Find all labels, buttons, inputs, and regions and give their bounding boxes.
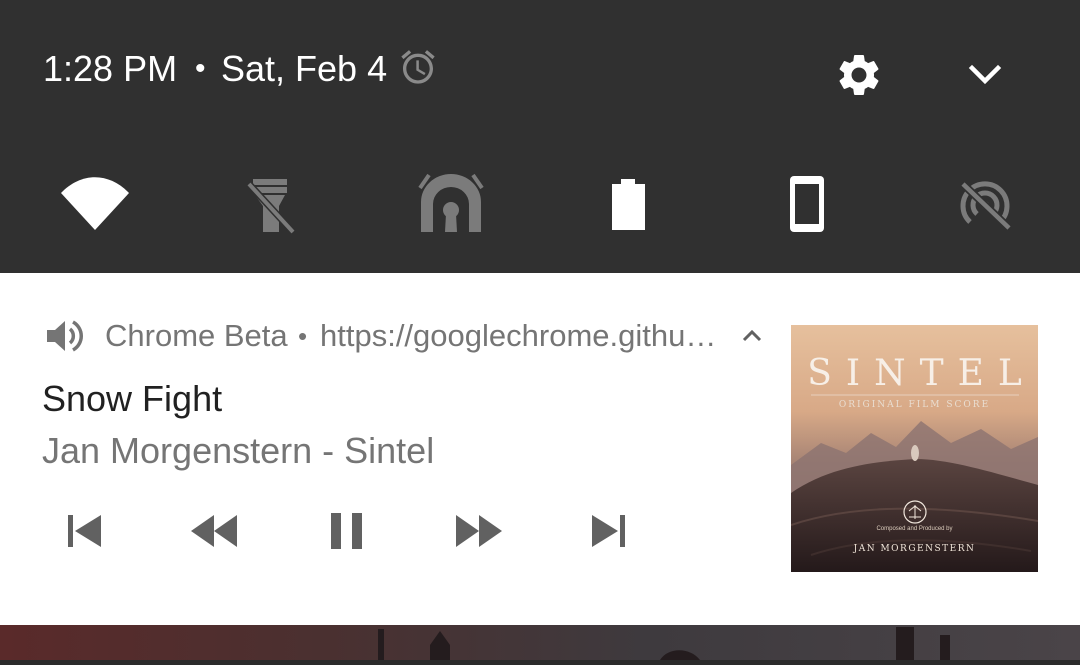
album-art-credit: Composed and Produced by: [876, 526, 953, 532]
speaker-icon: [44, 316, 88, 356]
auto-rotate-tile[interactable]: [771, 170, 843, 240]
date-label[interactable]: Sat, Feb 4: [221, 48, 387, 90]
wifi-icon: [61, 177, 129, 230]
wallpaper-background: [0, 625, 1080, 660]
quick-settings-panel: 1:28 PM • Sat, Feb 4: [0, 0, 1080, 273]
expand-chevron-down-icon[interactable]: [964, 56, 1006, 94]
clock-time: 1:28 PM: [43, 48, 178, 89]
skip-next-icon[interactable]: [583, 506, 635, 556]
phone-portrait-icon: [790, 176, 824, 232]
media-title: Snow Fight: [42, 378, 223, 419]
media-artist-album: Jan Morgenstern - Sintel: [42, 430, 435, 471]
wifi-tile[interactable]: [59, 170, 131, 240]
battery-icon: [612, 179, 645, 230]
album-art: SINTEL ORIGINAL FILM SCORE Composed and …: [791, 325, 1038, 572]
rewind-icon[interactable]: [188, 506, 240, 556]
cast-tile[interactable]: [415, 170, 487, 240]
collapse-chevron-up-icon[interactable]: [738, 322, 766, 350]
flashlight-tile[interactable]: [235, 170, 307, 240]
skip-previous-icon[interactable]: [58, 506, 110, 556]
notification-app-name: Chrome Beta: [105, 318, 288, 353]
hotspot-off-icon: [960, 181, 1012, 231]
hotspot-tile[interactable]: [949, 170, 1021, 240]
album-art-subtitle: ORIGINAL FILM SCORE: [838, 400, 991, 410]
notification-source-url: https://googlechrome.githu…: [320, 318, 717, 353]
notification-header-separator: •: [298, 321, 308, 351]
status-header: 1:28 PM • Sat, Feb 4: [0, 0, 1080, 140]
alarm-icon[interactable]: [398, 47, 438, 87]
header-separator: •: [195, 52, 206, 85]
flashlight-off-icon: [246, 179, 296, 235]
album-art-title: SINTEL: [807, 353, 1036, 394]
settings-gear-icon[interactable]: [834, 50, 884, 100]
album-art-composer: JAN MORGENSTERN: [853, 544, 976, 554]
battery-tile[interactable]: [592, 170, 664, 240]
fast-forward-icon[interactable]: [452, 506, 504, 556]
pause-icon[interactable]: [320, 506, 372, 556]
cast-icon: [418, 173, 484, 232]
